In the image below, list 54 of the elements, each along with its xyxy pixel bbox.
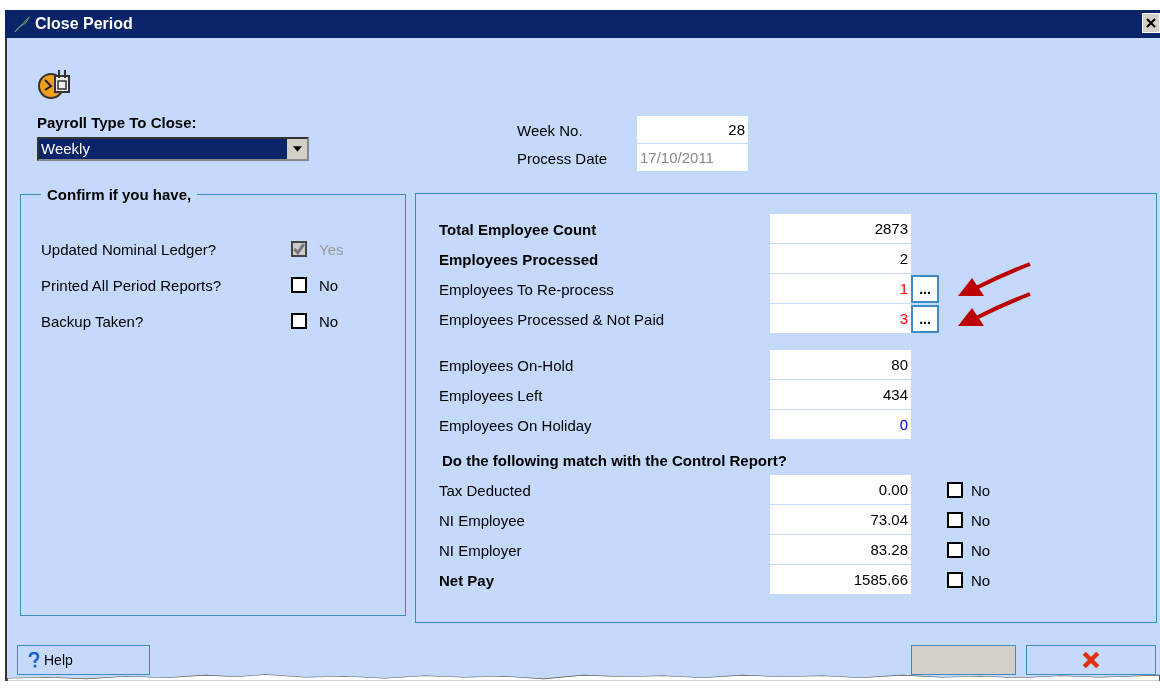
dropdown-arrow-icon <box>292 146 302 152</box>
amount-label: NI Employer <box>439 541 523 559</box>
checkbox-label: No <box>971 511 992 529</box>
count-field: 2 <box>770 244 911 274</box>
checkbox[interactable] <box>947 512 963 528</box>
close-icon <box>1146 18 1156 28</box>
details-button[interactable]: ... <box>911 275 939 303</box>
count-label: Employees On-Hold <box>439 356 575 374</box>
count-field: 3 <box>770 304 911 334</box>
checkbox-label: No <box>319 312 340 330</box>
details-button[interactable]: ... <box>911 305 939 333</box>
payroll-type-label: Payroll Type To Close: <box>37 114 198 131</box>
count-field: 0 <box>770 410 911 440</box>
amount-label: Net Pay <box>439 571 496 589</box>
confirm-question: Backup Taken? <box>41 312 145 330</box>
checkbox[interactable] <box>947 542 963 558</box>
question-mark-icon <box>28 652 40 668</box>
count-label: Employees To Re-process <box>439 280 615 298</box>
checkbox-label: Yes <box>319 240 345 258</box>
checkbox-label: No <box>319 276 340 294</box>
count-label: Employees Processed <box>439 250 600 268</box>
payroll-type-dropdown[interactable]: Weekly <box>37 137 309 161</box>
amount-label: NI Employee <box>439 511 526 529</box>
checkbox-label: No <box>971 481 992 499</box>
checkbox[interactable] <box>291 277 307 293</box>
count-label: Total Employee Count <box>439 220 598 238</box>
amount-field: 0.00 <box>770 475 911 505</box>
week-no-field[interactable]: 28 <box>637 116 748 144</box>
checkbox-label: No <box>971 571 992 589</box>
amount-field: 1585.66 <box>770 565 911 595</box>
window-title: Close Period <box>35 15 133 33</box>
count-field: 80 <box>770 350 911 380</box>
help-button[interactable]: Help <box>17 645 150 675</box>
amount-label: Tax Deducted <box>439 481 532 499</box>
count-label: Employees Left <box>439 386 544 404</box>
checkbox[interactable] <box>291 313 307 329</box>
count-field: 2873 <box>770 214 911 244</box>
count-field: 434 <box>770 380 911 410</box>
count-field: 1 <box>770 274 911 304</box>
count-label: Employees On Holiday <box>439 416 593 434</box>
confirm-question: Printed All Period Reports? <box>41 276 223 294</box>
close-icon <box>1082 651 1100 669</box>
count-label: Employees Processed & Not Paid <box>439 310 666 328</box>
amount-field: 83.28 <box>770 535 911 565</box>
quill-icon <box>13 15 31 33</box>
confirm-question: Updated Nominal Ledger? <box>41 240 218 258</box>
section-heading: Do the following match with the Control Report? <box>442 452 788 469</box>
week-no-label: Week No. <box>517 121 584 139</box>
amount-field: 73.04 <box>770 505 911 535</box>
checkbox[interactable] <box>947 572 963 588</box>
confirm-panel-title: Confirm if you have, <box>46 186 193 203</box>
checkbox[interactable] <box>947 482 963 498</box>
process-date-label: Process Date <box>517 149 609 167</box>
checkbox-label: No <box>971 541 992 559</box>
